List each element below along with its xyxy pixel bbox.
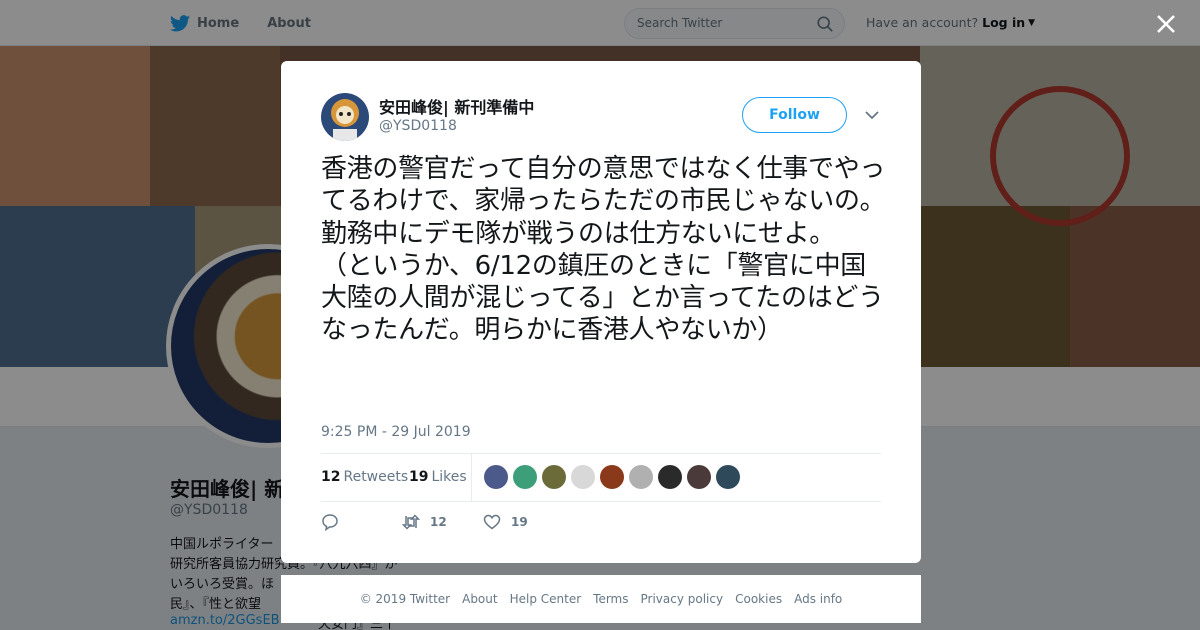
reply-icon [322, 514, 338, 531]
tweet-text: 香港の警官だって自分の意思ではなく仕事でやってるわけで、家帰ったらただの市民じゃ… [321, 154, 886, 346]
liker-avatar[interactable] [571, 465, 595, 489]
avatar[interactable] [321, 93, 369, 141]
author-handle[interactable]: @YSD0118 [379, 118, 457, 134]
retweet-action-count: 12 [430, 515, 447, 529]
reply-action[interactable] [321, 513, 349, 531]
liker-avatar[interactable] [513, 465, 537, 489]
footer-link[interactable]: About [462, 592, 497, 606]
close-icon[interactable] [1155, 13, 1177, 35]
liker-avatar[interactable] [600, 465, 624, 489]
stats-divider [471, 454, 472, 501]
likes-stat[interactable]: 19 Likes [409, 469, 467, 485]
liker-avatar[interactable] [716, 465, 740, 489]
liker-avatar[interactable] [687, 465, 711, 489]
footer-link[interactable]: Help Center [510, 592, 582, 606]
footer-link: © 2019 Twitter [359, 592, 451, 606]
liker-avatar[interactable] [484, 465, 508, 489]
liker-avatar[interactable] [629, 465, 653, 489]
author-name[interactable]: 安田峰俊| 新刊準備中 [379, 94, 534, 118]
retweet-icon [402, 514, 420, 530]
liker-avatar[interactable] [542, 465, 566, 489]
retweets-label: Retweets [343, 469, 409, 485]
footer-link[interactable]: Ads info [794, 592, 842, 606]
tweet-modal: 安田峰俊| 新刊準備中 @YSD0118 Follow 香港の警官だって自分の意… [281, 61, 921, 563]
footer-link[interactable]: Cookies [735, 592, 782, 606]
tweet-stats: 12 Retweets 19 Likes [321, 453, 881, 502]
footer-link[interactable]: Privacy policy [641, 592, 724, 606]
likes-label: Likes [431, 469, 467, 485]
heart-icon [483, 514, 501, 530]
liker-avatars [484, 465, 745, 489]
footer: © 2019 Twitter About Help Center Terms Priva… [281, 575, 921, 623]
follow-button[interactable]: Follow [742, 97, 847, 133]
likes-count: 19 [409, 469, 429, 485]
tweet-actions: 12 19 [321, 513, 881, 537]
retweets-stat[interactable]: 12 Retweets [321, 469, 408, 485]
like-action[interactable]: 19 [483, 513, 528, 531]
tweet-timestamp[interactable]: 9:25 PM - 29 Jul 2019 [321, 424, 471, 440]
chevron-down-icon[interactable] [864, 108, 880, 122]
like-action-count: 19 [511, 515, 528, 529]
liker-avatar[interactable] [658, 465, 682, 489]
retweets-count: 12 [321, 469, 341, 485]
retweet-action[interactable]: 12 [402, 513, 447, 531]
footer-link[interactable]: Terms [593, 592, 628, 606]
